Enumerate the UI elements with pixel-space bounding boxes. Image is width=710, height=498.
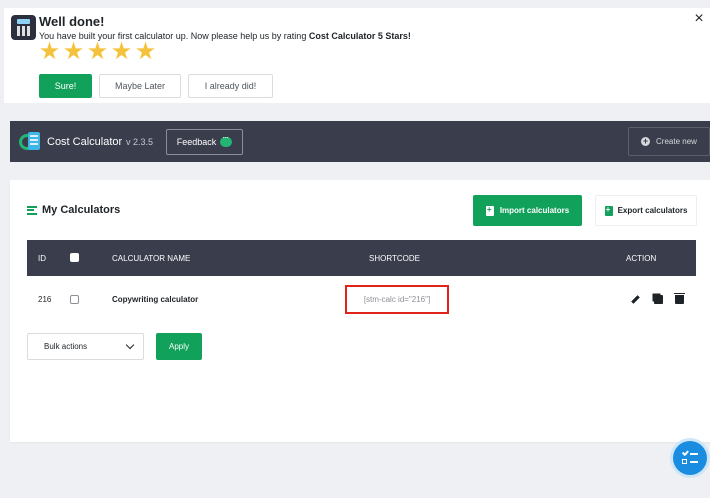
shortcode-value[interactable]: [stm-calc id="216"] [345,285,449,314]
feedback-label: Feedback [176,137,217,147]
version-label: v 2.3.5 [126,137,154,147]
import-label: Import calculators [499,206,570,215]
rating-stars: ★ ★ ★ ★ ★ [38,40,157,64]
column-shortcode: SHORTCODE [369,254,420,263]
plugin-header: Cost Calculator v 2.3.5 Feedback + Creat… [10,121,710,162]
create-new-button[interactable]: + Create new [628,127,710,156]
list-icon [27,205,37,215]
checklist-fab-button[interactable] [673,441,707,475]
brand-name: Cost Calculator [47,136,123,148]
calculators-panel: My Calculators Import calculators Export… [10,180,710,442]
bulk-actions-select[interactable]: Bulk actions [27,333,144,360]
notice-title: Well done! [39,14,105,29]
select-all-checkbox[interactable] [70,253,79,262]
star-icon[interactable]: ★ [62,40,85,64]
table-row: 216 Copywriting calculator [stm-calc id=… [27,276,696,322]
page-title: My Calculators [27,204,120,216]
table-header: ID CALCULATOR NAME SHORTCODE ACTION [27,240,696,276]
row-checkbox[interactable] [70,295,79,304]
already-did-button[interactable]: I already did! [188,74,273,98]
column-action: ACTION [626,254,657,263]
export-calculators-button[interactable]: Export calculators [595,195,697,226]
plus-circle-icon: + [641,136,651,146]
sure-button[interactable]: Sure! [39,74,92,98]
star-icon[interactable]: ★ [110,40,133,64]
chat-icon [220,132,233,147]
star-icon[interactable]: ★ [134,40,157,64]
feedback-button[interactable]: Feedback [166,129,243,155]
cost-calculator-logo-icon [19,132,41,152]
import-calculators-button[interactable]: Import calculators [473,195,582,226]
apply-button[interactable]: Apply [156,333,202,360]
column-name: CALCULATOR NAME [112,254,191,263]
star-icon[interactable]: ★ [38,40,61,64]
chevron-down-icon [125,340,135,350]
calculator-name-link[interactable]: Copywriting calculator [112,295,198,304]
page-title-text: My Calculators [42,204,121,216]
star-icon[interactable]: ★ [86,40,109,64]
import-file-icon [485,205,494,216]
calculator-logo-icon [11,15,36,40]
bulk-actions-label: Bulk actions [44,342,88,351]
create-new-label: Create new [656,137,697,146]
export-label: Export calculators [617,206,688,215]
close-icon[interactable]: × [692,11,706,27]
trash-icon[interactable] [674,293,685,304]
column-id: ID [38,254,46,263]
duplicate-icon[interactable] [654,295,663,304]
notice-message-bold: Cost Calculator 5 Stars! [308,31,411,41]
notice-buttons: Sure! Maybe Later I already did! [39,74,273,98]
export-file-icon [604,205,613,216]
row-id: 216 [38,295,52,304]
maybe-later-button[interactable]: Maybe Later [99,74,181,98]
checklist-icon [681,450,698,465]
rating-notice: Well done! You have built your first cal… [4,8,710,103]
edit-icon[interactable] [629,293,642,306]
